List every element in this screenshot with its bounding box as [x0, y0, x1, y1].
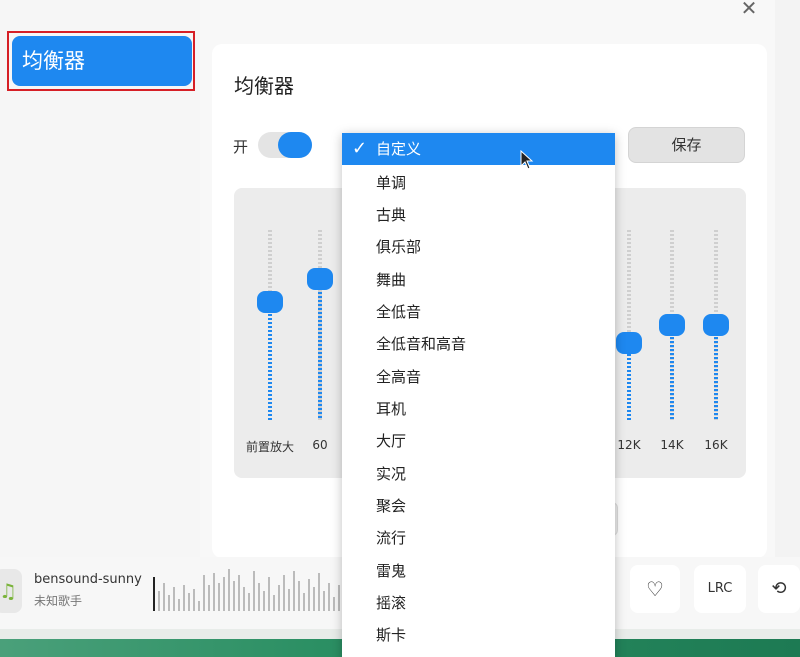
slider-fill	[714, 325, 718, 420]
preset-option[interactable]: 大厅	[342, 425, 615, 457]
preset-option[interactable]: 全低音	[342, 296, 615, 328]
preset-option[interactable]: 全低音和高音	[342, 328, 615, 360]
slider-fill	[318, 272, 322, 420]
preset-option[interactable]: 古典	[342, 199, 615, 231]
heart-icon[interactable]: ♡	[630, 565, 680, 613]
band-slider-14k[interactable]	[652, 230, 692, 420]
preset-option[interactable]: 舞曲	[342, 264, 615, 296]
band-slider-16k[interactable]	[696, 230, 736, 420]
slider-handle[interactable]	[257, 291, 283, 313]
preset-option[interactable]: 单调	[342, 167, 615, 199]
slider-handle[interactable]	[616, 332, 642, 354]
equalizer-toggle[interactable]	[258, 132, 312, 158]
mouse-cursor-icon	[520, 150, 534, 170]
band-slider-preamp[interactable]	[250, 230, 290, 420]
toggle-knob	[278, 132, 312, 158]
switch-label: 开	[233, 138, 249, 156]
preset-option[interactable]: 斯卡	[342, 619, 615, 651]
music-note-icon[interactable]: ♫	[0, 569, 22, 613]
lrc-button[interactable]: LRC	[694, 565, 746, 613]
repeat-icon[interactable]: ⟲	[758, 565, 800, 613]
slider-handle[interactable]	[307, 268, 333, 290]
preset-dropdown-list[interactable]: ✓ 自定义 单调 古典 俱乐部 舞曲 全低音 全低音和高音 全高音 耳机 大厅 实…	[342, 133, 615, 657]
preset-option[interactable]: 流行	[342, 522, 615, 554]
page-title: 均衡器	[234, 74, 294, 98]
preset-option[interactable]: 全高音	[342, 361, 615, 393]
preset-option[interactable]: 俱乐部	[342, 231, 615, 263]
selection-highlight-box	[7, 31, 195, 91]
song-artist: 未知歌手	[34, 594, 83, 608]
band-slider-60[interactable]	[300, 230, 340, 420]
song-title: bensound-sunny	[34, 572, 142, 587]
close-icon[interactable]: ✕	[738, 0, 760, 18]
band-label: 16K	[704, 438, 728, 452]
slider-handle[interactable]	[659, 314, 685, 336]
preset-option[interactable]: 摇滚	[342, 587, 615, 619]
slider-fill	[670, 325, 674, 420]
preset-option[interactable]: 聚会	[342, 490, 615, 522]
preset-option[interactable]: 耳机	[342, 393, 615, 425]
preset-option[interactable]: 雷鬼	[342, 555, 615, 587]
slider-handle[interactable]	[703, 314, 729, 336]
waveform[interactable]	[150, 565, 350, 611]
save-button[interactable]: 保存	[628, 127, 745, 163]
preset-option[interactable]: 实况	[342, 458, 615, 490]
band-label: 60	[312, 438, 328, 452]
slider-fill	[268, 302, 272, 420]
band-slider-12k[interactable]	[609, 230, 649, 420]
check-icon: ✓	[352, 138, 368, 159]
preset-option[interactable]: ✓ 自定义	[342, 133, 615, 165]
